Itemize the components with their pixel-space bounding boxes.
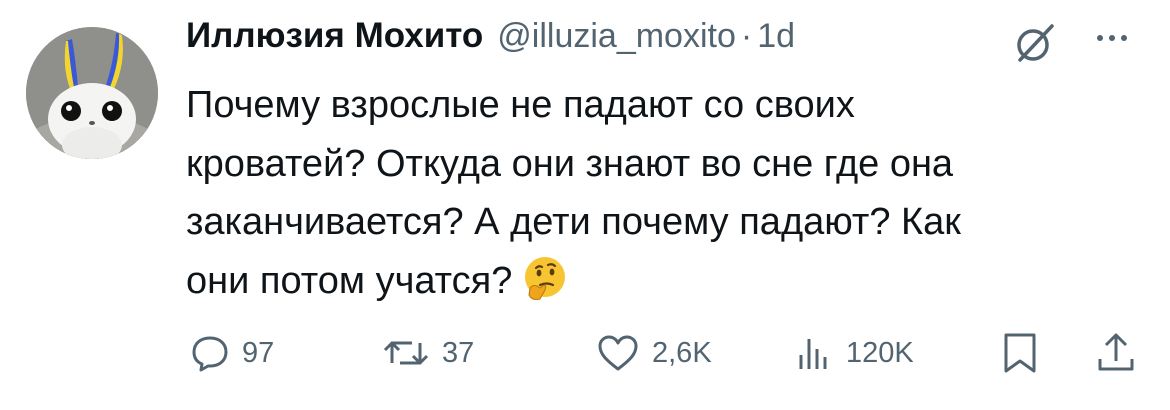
views-button[interactable]: 120K xyxy=(794,328,914,378)
author-name[interactable]: Иллюзия Мохито xyxy=(186,16,483,56)
more-dots-icon[interactable] xyxy=(1092,28,1132,48)
repost-count: 37 xyxy=(442,336,475,369)
avatar[interactable] xyxy=(26,27,158,159)
thinking-face-emoji-icon xyxy=(520,255,568,303)
tweet-body: Почему взрослые не падают со своих крова… xyxy=(186,84,961,302)
reply-button[interactable]: 97 xyxy=(190,328,274,378)
bar-chart-icon xyxy=(799,339,827,369)
heart-icon xyxy=(598,335,638,371)
separator-dot: · xyxy=(740,17,753,55)
tweet-header: Иллюзия Мохито @illuzia_moxito · 1d xyxy=(186,16,795,66)
like-button[interactable]: 2,6K xyxy=(596,328,712,378)
tweet-text: Почему взрослые не падают со своих крова… xyxy=(186,76,1146,310)
repost-button[interactable]: 37 xyxy=(382,328,474,378)
repost-arrows-icon xyxy=(383,341,429,365)
like-count: 2,6K xyxy=(652,336,712,369)
share-button[interactable] xyxy=(1096,328,1136,378)
action-bar: 97 37 2,6K 120K xyxy=(186,328,1146,378)
speech-bubble-icon xyxy=(192,336,228,372)
grok-icon[interactable] xyxy=(1012,20,1058,66)
bookmark-icon xyxy=(1004,333,1036,373)
view-count: 120K xyxy=(846,336,914,369)
reply-count: 97 xyxy=(242,336,275,369)
author-handle[interactable]: @illuzia_moxito xyxy=(497,17,736,56)
bookmark-button[interactable] xyxy=(1000,328,1040,378)
timestamp[interactable]: 1d xyxy=(757,17,795,56)
share-upload-icon xyxy=(1098,333,1134,371)
